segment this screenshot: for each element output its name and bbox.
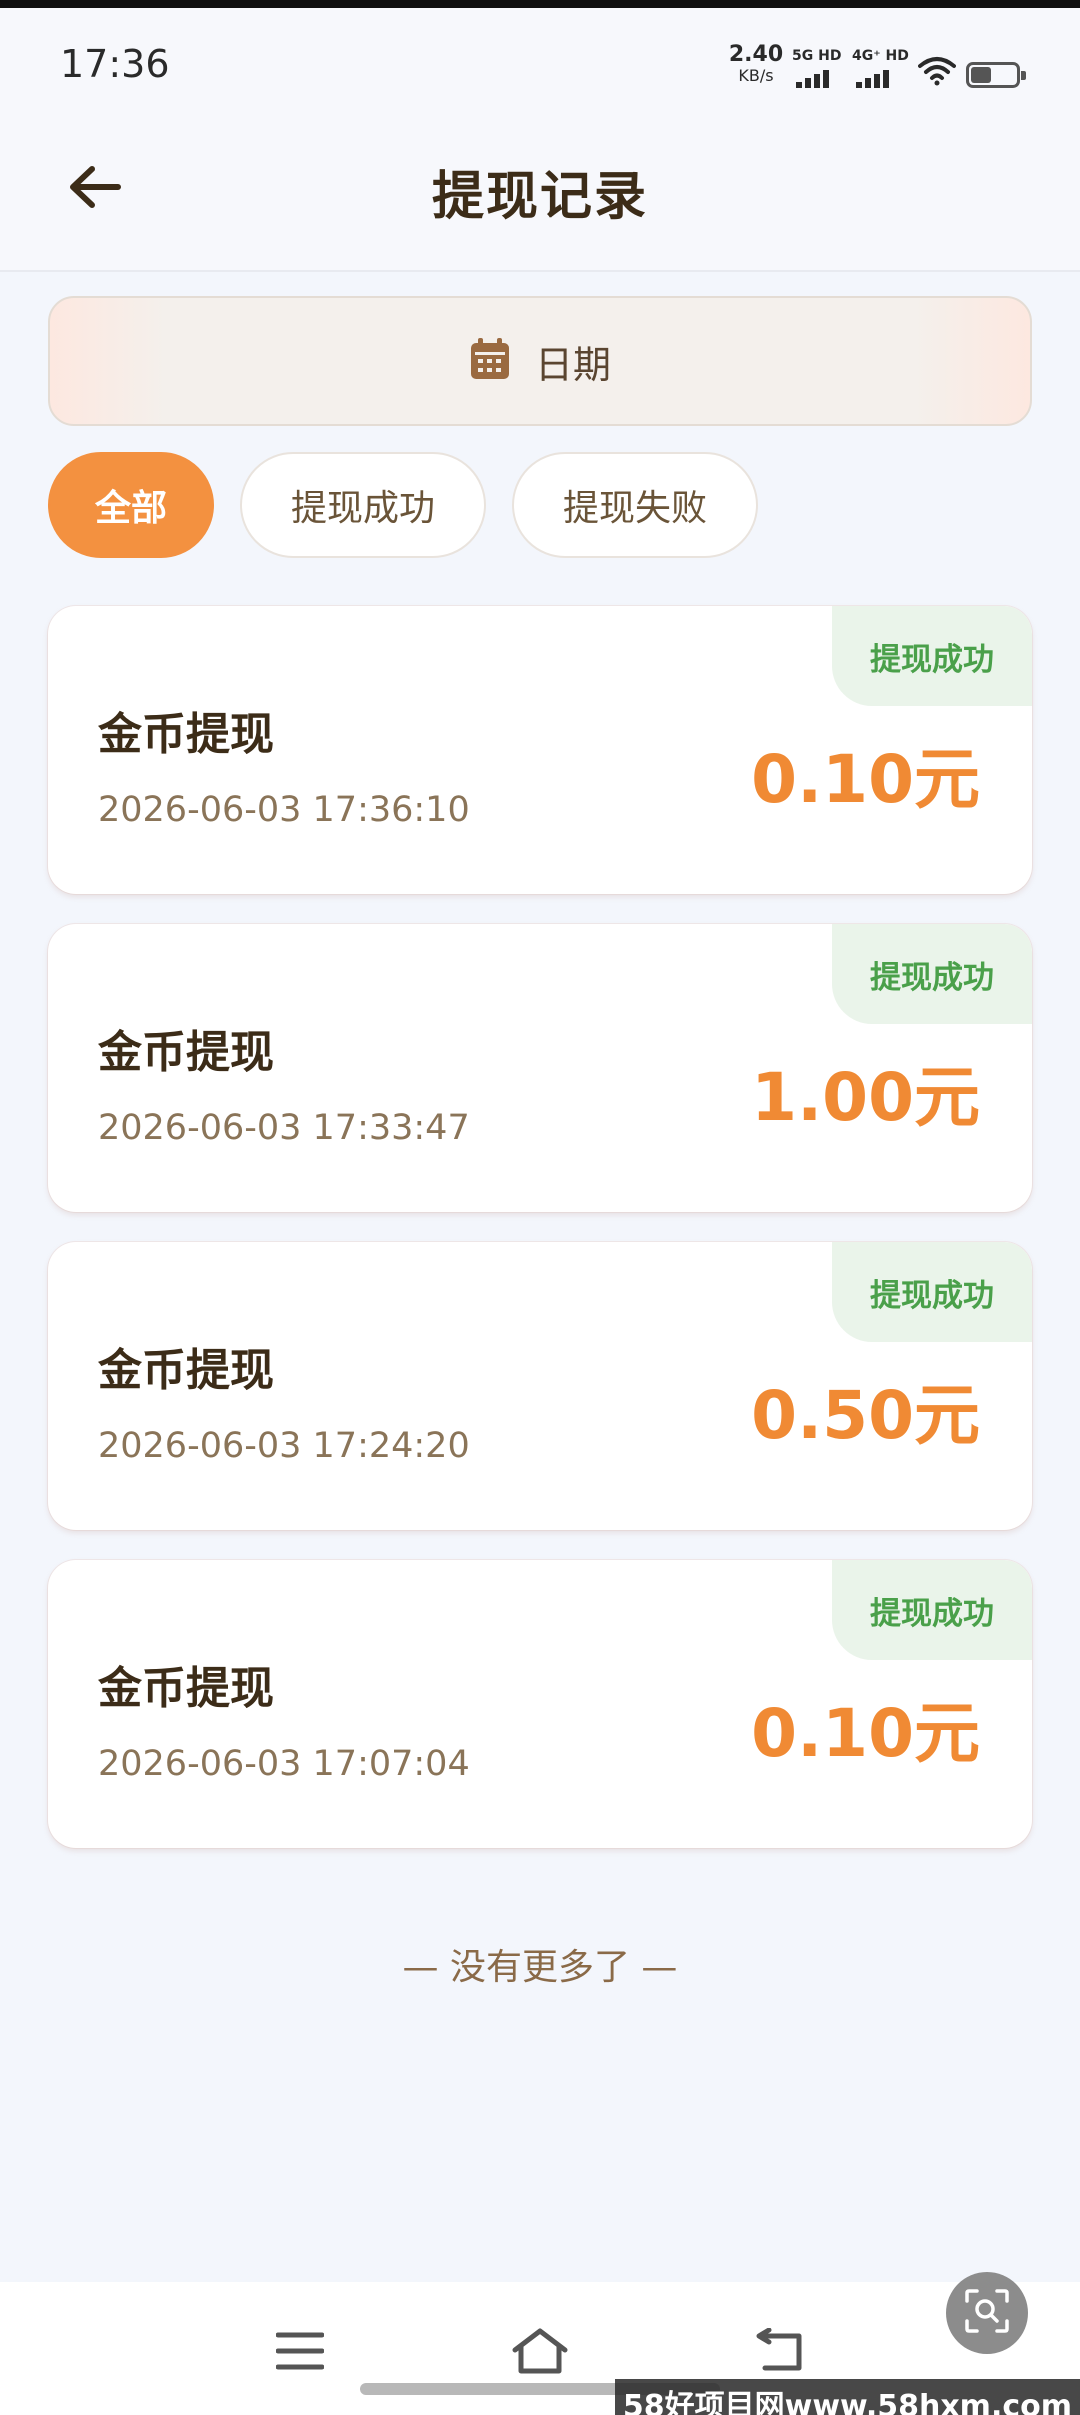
page-title: 提现记录 — [431, 167, 648, 227]
tab-success[interactable]: 提现成功 — [240, 452, 486, 558]
network-speed-value: 2.40 — [728, 42, 784, 67]
record-time: 2026-06-03 17:36:10 — [98, 790, 470, 830]
record-title: 金币提现 — [98, 1663, 274, 1714]
tab-all[interactable]: 全部 — [48, 452, 214, 558]
record-time: 2026-06-03 17:33:47 — [98, 1108, 470, 1148]
calendar-icon — [469, 337, 511, 385]
sim1-label: 5G HD — [792, 48, 842, 64]
signal-sim1-icon: 5G HD — [790, 48, 846, 90]
record-card[interactable]: 提现成功 金币提现 2026-06-03 17:24:20 0.50元 — [48, 1242, 1032, 1530]
record-card[interactable]: 提现成功 金币提现 2026-06-03 17:33:47 1.00元 — [48, 924, 1032, 1212]
date-filter-button[interactable]: 日期 — [48, 296, 1032, 426]
record-amount: 1.00元 — [751, 1059, 980, 1136]
record-title: 金币提现 — [98, 709, 274, 760]
status-bar: 17:36 2.40 KB/s 5G HD 4G⁺ HD — [0, 8, 1080, 102]
record-card[interactable]: 提现成功 金币提现 2026-06-03 17:07:04 0.10元 — [48, 1560, 1032, 1848]
record-amount: 0.50元 — [751, 1377, 980, 1454]
status-badge: 提现成功 — [832, 606, 1032, 706]
back-icon — [755, 2327, 805, 2378]
end-of-list-text: — 没有更多了 — — [402, 1947, 678, 1988]
scan-search-icon — [964, 2288, 1010, 2338]
record-card[interactable]: 提现成功 金币提现 2026-06-03 17:36:10 0.10元 — [48, 606, 1032, 894]
tab-failed[interactable]: 提现失败 — [512, 452, 758, 558]
status-badge: 提现成功 — [832, 1560, 1032, 1660]
withdrawal-records-list: 提现成功 金币提现 2026-06-03 17:36:10 0.10元 提现成功… — [48, 606, 1032, 1878]
nav-back-button[interactable] — [745, 2318, 815, 2388]
record-amount: 0.10元 — [751, 741, 980, 818]
signal-sim2-icon: 4G⁺ HD — [850, 48, 909, 90]
date-filter-label: 日期 — [534, 342, 611, 387]
record-title: 金币提现 — [98, 1345, 274, 1396]
record-amount: 0.10元 — [751, 1695, 980, 1772]
record-time: 2026-06-03 17:07:04 — [98, 1744, 470, 1784]
record-time: 2026-06-03 17:24:20 — [98, 1426, 470, 1466]
network-speed-unit: KB/s — [738, 66, 774, 85]
nav-home-button[interactable] — [505, 2318, 575, 2388]
top-edge — [0, 0, 1080, 8]
status-tabs: 全部 提现成功 提现失败 — [48, 452, 758, 558]
menu-icon — [275, 2331, 325, 2375]
status-badge: 提现成功 — [832, 1242, 1032, 1342]
battery-icon — [966, 62, 1026, 88]
app-header: 提现记录 — [0, 102, 1080, 272]
wifi-icon — [918, 56, 956, 90]
record-title: 金币提现 — [98, 1027, 274, 1078]
status-badge: 提现成功 — [832, 924, 1032, 1024]
nav-menu-button[interactable] — [265, 2318, 335, 2388]
watermark-text: 58好项目网www.58hxm.com — [614, 2379, 1080, 2415]
floating-scan-button[interactable] — [946, 2272, 1028, 2354]
network-speed: 2.40 KB/s — [728, 44, 784, 84]
sim2-label: 4G⁺ HD — [852, 48, 909, 64]
home-icon — [511, 2328, 569, 2378]
status-time: 17:36 — [60, 42, 170, 86]
